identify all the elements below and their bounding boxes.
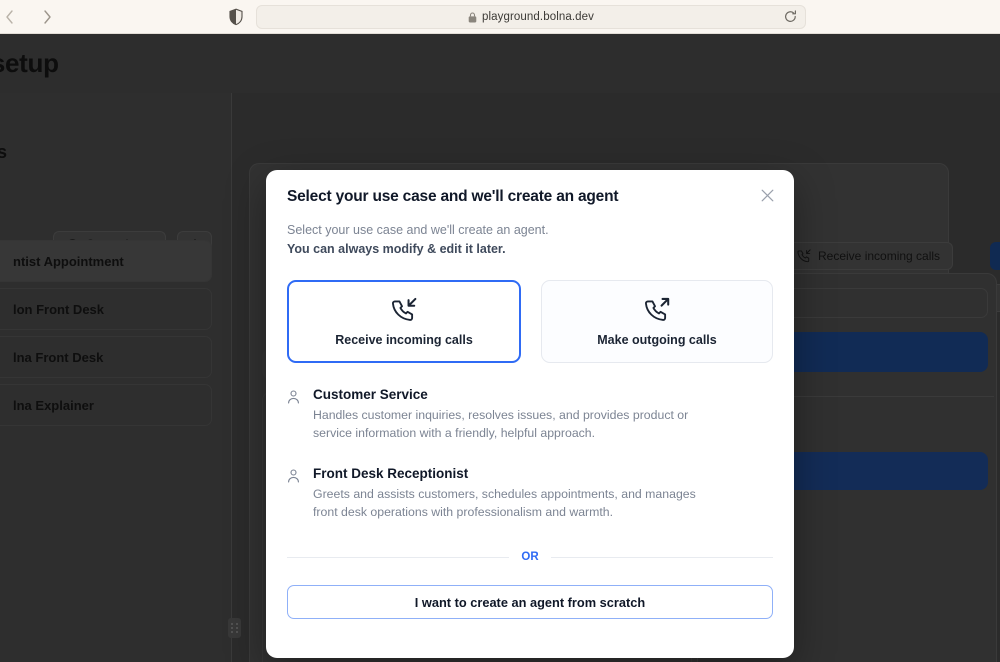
divider-line-right — [550, 556, 773, 558]
sidebar-heading-line1: ur — [0, 115, 7, 140]
grip-dot — [231, 627, 233, 629]
sidebar-item-agent-0[interactable]: ntist Appointment — [0, 240, 212, 282]
screen: playground.bolna.dev nt setup Available … — [0, 0, 1000, 662]
sidebar-item-label: ntist Appointment — [13, 253, 124, 269]
use-case-front-desk-receptionist[interactable]: Front Desk Receptionist Greets and assis… — [287, 466, 773, 521]
sidebar: ur ents Create Agent ntist Appo — [0, 93, 232, 662]
chevron-left-icon — [5, 9, 13, 24]
forward-button[interactable] — [34, 4, 60, 30]
grip-dot — [235, 627, 238, 629]
phone-incoming-icon — [392, 297, 417, 321]
app-header: nt setup — [0, 34, 1000, 93]
choice-label: Receive incoming calls — [335, 332, 473, 347]
call-direction-choices: Receive incoming calls Make outgoing cal… — [287, 280, 773, 363]
page-title: nt setup — [0, 48, 59, 78]
sidebar-item-label: lon Front Desk — [13, 301, 105, 317]
use-case-description: Handles customer inquiries, resolves iss… — [313, 408, 689, 440]
url-text: playground.bolna.dev — [482, 11, 594, 23]
divider-line-left — [287, 556, 510, 558]
modal-subtitle-line1: Select your use case and we'll create an… — [287, 223, 549, 237]
back-button[interactable] — [0, 4, 22, 30]
create-from-scratch-label: I want to create an agent from scratch — [414, 594, 646, 610]
modal-title: Select your use case and we'll create an… — [287, 188, 619, 205]
modal-subtitle-line2: You can always modify & edit it later. — [287, 242, 506, 256]
incoming-calls-badge-label: Receive incoming calls — [818, 249, 941, 263]
choice-receive-incoming-calls[interactable]: Receive incoming calls — [287, 280, 521, 363]
grip-dot — [231, 631, 233, 633]
sidebar-heading: ur ents — [0, 115, 7, 165]
or-divider: OR — [287, 551, 773, 563]
person-icon — [287, 466, 301, 521]
reload-icon[interactable] — [784, 10, 797, 29]
use-case-title: Front Desk Receptionist — [313, 466, 469, 481]
chevron-right-icon — [43, 9, 51, 24]
sidebar-item-label: lna Explainer — [13, 397, 94, 413]
sidebar-heading-line2: ents — [0, 142, 8, 162]
panel-resize-handle[interactable] — [228, 618, 241, 638]
grip-dot — [231, 623, 233, 625]
sidebar-item-label: lna Front Desk — [13, 349, 104, 365]
close-icon — [761, 189, 773, 201]
shield-icon[interactable] — [228, 8, 244, 26]
use-case-title: Customer Service — [313, 387, 428, 402]
create-from-scratch-button[interactable]: I want to create an agent from scratch — [287, 585, 773, 619]
choice-label: Make outgoing calls — [597, 332, 717, 347]
sidebar-item-agent-1[interactable]: lon Front Desk — [0, 288, 212, 330]
close-button[interactable] — [756, 184, 778, 206]
use-case-customer-service[interactable]: Customer Service Handles customer inquir… — [287, 387, 773, 442]
address-bar[interactable]: playground.bolna.dev — [256, 5, 806, 29]
lock-icon — [468, 11, 477, 23]
browser-toolbar: playground.bolna.dev — [0, 0, 1000, 34]
use-case-description: Greets and assists customers, schedules … — [313, 487, 696, 519]
call-action-button[interactable] — [990, 242, 1000, 270]
phone-incoming-icon — [797, 249, 811, 263]
grip-dot — [235, 623, 238, 625]
use-case-modal: Select your use case and we'll create an… — [266, 170, 794, 658]
grip-dot — [235, 631, 238, 633]
modal-subtitle: Select your use case and we'll create an… — [287, 221, 773, 259]
sidebar-item-agent-3[interactable]: lna Explainer — [0, 384, 212, 426]
or-label: OR — [521, 551, 539, 563]
phone-outgoing-icon — [645, 297, 670, 321]
incoming-calls-badge: Receive incoming calls — [784, 242, 954, 270]
choice-make-outgoing-calls[interactable]: Make outgoing calls — [541, 280, 773, 363]
person-icon — [287, 387, 301, 442]
sidebar-item-agent-2[interactable]: lna Front Desk — [0, 336, 212, 378]
